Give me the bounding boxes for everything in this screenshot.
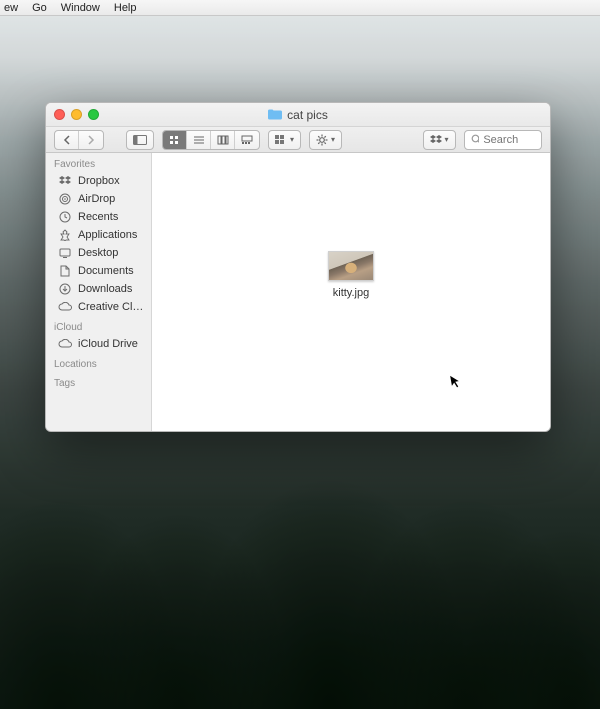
sidebar-item-label: AirDrop — [78, 193, 115, 205]
sidebar-toggle-button[interactable] — [126, 130, 154, 150]
view-mode-segment — [162, 130, 260, 150]
gear-icon — [316, 134, 328, 146]
file-thumbnail — [328, 251, 374, 281]
cloud-icon — [58, 339, 72, 349]
sidebar-section-locations: Locations — [46, 353, 151, 372]
mouse-cursor-icon — [448, 372, 463, 393]
folder-icon — [268, 109, 282, 120]
sidebar-item-creativecloud[interactable]: Creative Cl… — [46, 298, 151, 316]
sidebar-item-label: iCloud Drive — [78, 338, 138, 350]
icon-view-button[interactable] — [163, 131, 187, 149]
sidebar-item-label: Downloads — [78, 283, 132, 295]
downloads-icon — [58, 283, 72, 295]
file-name-label: kitty.jpg — [316, 287, 386, 299]
sidebar-item-icloud-drive[interactable]: iCloud Drive — [46, 335, 151, 353]
close-button[interactable] — [54, 109, 65, 120]
maximize-button[interactable] — [88, 109, 99, 120]
clock-icon — [58, 211, 72, 223]
menu-help[interactable]: Help — [114, 2, 137, 14]
dropbox-icon — [430, 135, 442, 145]
sidebar-icon — [133, 135, 147, 145]
list-view-button[interactable] — [187, 131, 211, 149]
sidebar-item-downloads[interactable]: Downloads — [46, 280, 151, 298]
window-titlebar[interactable]: cat pics — [46, 103, 550, 127]
gallery-view-button[interactable] — [235, 131, 259, 149]
system-menubar: ew Go Window Help — [0, 0, 600, 16]
sidebar-section-favorites: Favorites — [46, 153, 151, 172]
search-field[interactable] — [464, 130, 542, 150]
sidebar-item-recents[interactable]: Recents — [46, 208, 151, 226]
search-icon — [471, 134, 480, 145]
back-button[interactable] — [55, 131, 79, 149]
sidebar: Favorites Dropbox AirDrop Recents Applic… — [46, 153, 152, 431]
toolbar: ▾ ▾ ▾ — [46, 127, 550, 153]
sidebar-item-applications[interactable]: Applications — [46, 226, 151, 244]
sidebar-item-label: Recents — [78, 211, 118, 223]
sidebar-section-icloud: iCloud — [46, 316, 151, 335]
nav-buttons — [54, 130, 104, 150]
sidebar-item-dropbox[interactable]: Dropbox — [46, 172, 151, 190]
finder-window: cat pics ▾ — [45, 102, 551, 432]
sidebar-item-label: Applications — [78, 229, 137, 241]
sidebar-section-tags: Tags — [46, 372, 151, 391]
sidebar-item-label: Documents — [78, 265, 134, 277]
grid-icon — [169, 135, 181, 145]
airdrop-icon — [58, 193, 72, 205]
sidebar-item-desktop[interactable]: Desktop — [46, 244, 151, 262]
minimize-button[interactable] — [71, 109, 82, 120]
dropbox-toolbar-button[interactable]: ▾ — [423, 130, 456, 150]
search-input[interactable] — [483, 134, 535, 146]
arrange-button[interactable]: ▾ — [268, 130, 301, 150]
sidebar-item-label: Creative Cl… — [78, 301, 143, 313]
applications-icon — [58, 229, 72, 241]
menu-ew[interactable]: ew — [4, 2, 18, 14]
column-view-button[interactable] — [211, 131, 235, 149]
window-title-text: cat pics — [287, 108, 328, 122]
sidebar-item-airdrop[interactable]: AirDrop — [46, 190, 151, 208]
sidebar-item-label: Dropbox — [78, 175, 120, 187]
sidebar-item-documents[interactable]: Documents — [46, 262, 151, 280]
menu-go[interactable]: Go — [32, 2, 47, 14]
chevron-down-icon: ▾ — [290, 135, 294, 144]
action-button[interactable]: ▾ — [309, 130, 342, 150]
file-item[interactable]: kitty.jpg — [316, 251, 386, 299]
menu-window[interactable]: Window — [61, 2, 100, 14]
chevron-down-icon: ▾ — [445, 135, 449, 144]
window-title: cat pics — [268, 108, 328, 122]
forward-button[interactable] — [79, 131, 103, 149]
columns-icon — [217, 135, 229, 145]
sidebar-item-label: Desktop — [78, 247, 118, 259]
arrange-icon — [275, 135, 287, 145]
creativecloud-icon — [58, 302, 72, 312]
window-controls — [54, 109, 99, 120]
file-browser-content[interactable]: kitty.jpg — [152, 153, 550, 431]
dropbox-icon — [58, 176, 72, 186]
desktop-icon — [58, 248, 72, 258]
list-icon — [193, 135, 205, 145]
documents-icon — [58, 265, 72, 277]
chevron-down-icon: ▾ — [331, 135, 335, 144]
gallery-icon — [241, 135, 253, 145]
